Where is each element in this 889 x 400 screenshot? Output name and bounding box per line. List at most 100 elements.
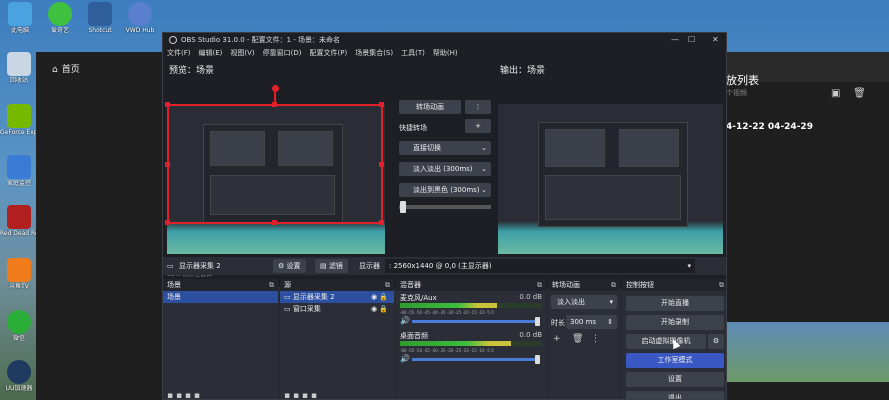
- recording-date[interactable]: 4-12-22 04-24-29: [726, 122, 813, 132]
- exit-button[interactable]: 退出: [626, 391, 724, 399]
- resize-handle[interactable]: [379, 102, 384, 107]
- trash-icon[interactable]: 🗑: [853, 88, 866, 99]
- studio-mode-button[interactable]: 工作室模式: [626, 353, 724, 368]
- nvidia-icon: [7, 104, 31, 128]
- volume-slider[interactable]: [412, 358, 540, 361]
- source-item[interactable]: ▭ 显示器采集 2 ◉ 🔒: [280, 291, 394, 303]
- folder-icon[interactable]: ▣: [831, 88, 840, 99]
- menu-tools[interactable]: 工具(T): [401, 47, 425, 59]
- obs-logo-icon: [169, 36, 177, 44]
- resize-handle[interactable]: [379, 162, 384, 167]
- desktop-icon-red-dead[interactable]: Red Dead Redemption: [0, 205, 38, 237]
- resize-handle[interactable]: [165, 102, 170, 107]
- start-recording-button[interactable]: 开始录制: [626, 315, 724, 330]
- sources-toolbar-icons[interactable]: ▪ ▪ ▪ ▪: [284, 391, 317, 399]
- close-button[interactable]: ✕: [712, 35, 719, 44]
- speaker-icon[interactable]: 🔊: [400, 316, 410, 325]
- undock-icon[interactable]: ⧉: [269, 279, 274, 291]
- quick-transition-fade[interactable]: 淡入淡出 (300ms) ⌄: [399, 162, 491, 176]
- tbar-track[interactable]: [399, 205, 491, 209]
- menu-view[interactable]: 视图(V): [230, 47, 254, 59]
- start-virtual-camera-button[interactable]: 启动虚拟摄像机: [626, 334, 706, 349]
- minimize-button[interactable]: —: [671, 35, 679, 44]
- desktop-icon-uu[interactable]: UU加速器: [0, 360, 38, 392]
- menu-profile[interactable]: 配置文件(P): [310, 47, 348, 59]
- undock-icon[interactable]: ⧉: [385, 279, 390, 291]
- volume-slider[interactable]: [412, 320, 540, 323]
- quick-transition-cut[interactable]: 直接切换 ⌄: [399, 141, 491, 155]
- quick-transitions-label: 快捷转场: [399, 124, 427, 132]
- tbar-handle[interactable]: [400, 201, 406, 213]
- scenes-toolbar-icons[interactable]: ▪ ▪ ▪ ▪: [167, 391, 200, 399]
- controls-dock-header: 控制按钮 ⧉: [622, 279, 726, 291]
- virtual-camera-settings-button[interactable]: ⚙: [708, 334, 724, 349]
- stepper-icon: ⇕: [607, 318, 613, 326]
- quick-transition-fade-black[interactable]: 淡出到黑色 (300ms) ⌄: [399, 183, 491, 197]
- scene-item[interactable]: 场景: [163, 291, 278, 303]
- iqiyi-icon: [48, 2, 72, 26]
- plus-icon[interactable]: +: [553, 334, 561, 344]
- menu-docks[interactable]: 停靠窗口(D): [263, 47, 302, 59]
- transition-button[interactable]: 转场动画: [399, 100, 461, 114]
- desktop-icon-iqiyi[interactable]: 爱奇艺: [40, 2, 80, 34]
- undock-icon[interactable]: ⧉: [537, 279, 542, 291]
- undock-icon[interactable]: ⧉: [611, 279, 616, 291]
- start-streaming-button[interactable]: 开始直播: [626, 296, 724, 311]
- chevron-down-icon: ⌄: [481, 144, 487, 152]
- volume-handle[interactable]: [535, 355, 540, 364]
- speaker-icon[interactable]: 🔊: [400, 354, 410, 363]
- resize-handle[interactable]: [379, 220, 384, 225]
- desktop-icon-recycle-bin[interactable]: 回收站: [0, 52, 38, 84]
- audio-meter: [400, 341, 542, 346]
- scenes-dock-header: 场景 ⧉: [163, 279, 278, 291]
- sources-dock-header: 源 ⧉: [280, 279, 394, 291]
- settings-button[interactable]: 设置: [626, 372, 724, 387]
- home-icon: ⌂: [52, 65, 58, 75]
- obs-titlebar[interactable]: OBS Studio 31.0.0 - 配置文件：1 - 场景：未命名 — ☐ …: [163, 33, 726, 47]
- eye-icon[interactable]: ◉: [371, 293, 377, 301]
- menu-help[interactable]: 帮助(H): [433, 47, 458, 59]
- wechat-icon: [7, 310, 31, 334]
- resize-handle[interactable]: [165, 220, 170, 225]
- transition-select[interactable]: 淡入淡出 ▾: [551, 295, 617, 309]
- preview-area: 预览：场景 输出：场景 32% 捕获至窗口: [163, 59, 726, 287]
- desktop-icon-this-pc[interactable]: 此电脑: [0, 2, 40, 34]
- add-quick-transition-button[interactable]: +: [465, 119, 491, 133]
- source-filters-button[interactable]: ▤ 滤镜: [315, 259, 348, 273]
- desktop-icon-shotcut[interactable]: Shotcut: [80, 2, 120, 34]
- preview-canvas[interactable]: [165, 102, 385, 254]
- maximize-button[interactable]: ☐: [688, 35, 695, 44]
- desktop-icon-geforce[interactable]: GeForce Experience: [0, 104, 38, 136]
- audio-meter: [400, 303, 542, 308]
- desktop-icon-douyu[interactable]: 斗鱼TV: [0, 258, 38, 290]
- trash-icon[interactable]: 🗑: [572, 334, 583, 344]
- transition-menu-button[interactable]: ⋮: [465, 100, 491, 114]
- desktop-icon-wechat[interactable]: 微信: [0, 310, 38, 342]
- undock-icon[interactable]: ⧉: [719, 279, 724, 291]
- lock-icon[interactable]: 🔒: [379, 293, 388, 301]
- window-icon: ▭: [284, 305, 291, 313]
- menu-file[interactable]: 文件(F): [167, 47, 191, 59]
- display-select[interactable]: : 2560x1440 @ 0,0 (主显示器) ▾: [385, 259, 695, 273]
- desktop-icon-vwd-hub[interactable]: VWD Hub: [120, 2, 160, 34]
- scenes-dock: 场景 ⧉ 场景 ▪ ▪ ▪ ▪: [163, 279, 278, 399]
- more-vertical-icon[interactable]: ⋮: [591, 334, 600, 344]
- rotation-handle[interactable]: [272, 85, 279, 92]
- lock-icon[interactable]: 🔒: [379, 305, 388, 313]
- vwd-icon: [128, 2, 152, 26]
- selected-source-bounds[interactable]: [167, 104, 383, 224]
- duration-input[interactable]: 300 ms ⇕: [566, 315, 617, 329]
- source-settings-button[interactable]: ⚙ 设置: [273, 259, 306, 273]
- home-nav[interactable]: ⌂ 首页: [48, 62, 80, 75]
- display-label: 显示器: [359, 262, 380, 270]
- chevron-down-icon: ▾: [687, 262, 691, 270]
- mixer-dock-header: 混音器 ⧉: [396, 279, 546, 291]
- resize-handle[interactable]: [272, 220, 277, 225]
- eye-icon[interactable]: ◉: [371, 305, 377, 313]
- volume-handle[interactable]: [535, 317, 540, 326]
- source-item[interactable]: ▭ 窗口采集 ◉ 🔒: [280, 303, 394, 315]
- menu-scene-collection[interactable]: 场景集合(S): [355, 47, 393, 59]
- desktop-icon-home-monitor[interactable]: 家庭监控: [0, 155, 38, 187]
- resize-handle[interactable]: [165, 162, 170, 167]
- menu-edit[interactable]: 编辑(E): [199, 47, 223, 59]
